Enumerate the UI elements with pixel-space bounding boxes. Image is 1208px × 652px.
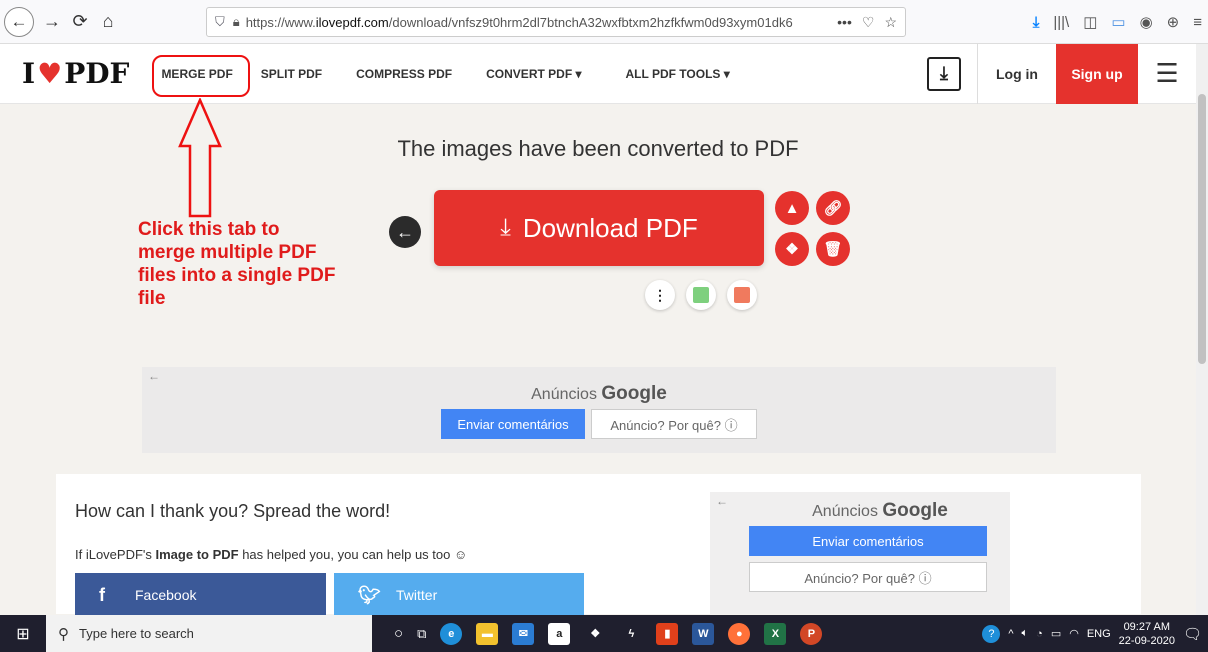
firefox-icon[interactable]: ●	[728, 622, 751, 645]
facebook-icon: f	[99, 584, 105, 605]
download-pdf-button[interactable]: ⤓ Download PDF	[434, 190, 764, 266]
dropbox-icon[interactable]: ❖	[775, 232, 809, 266]
compress-tool-icon[interactable]	[686, 280, 716, 310]
sidebar-icon[interactable]: ◫	[1083, 13, 1097, 31]
windows-start-icon[interactable]: ⊞	[0, 615, 46, 652]
tray-chevron-icon[interactable]: ^	[1008, 628, 1013, 640]
office-icon[interactable]: ▮	[656, 622, 679, 645]
powerpoint-icon[interactable]: P	[800, 622, 823, 645]
taskbar-search[interactable]: ⚲ Type here to search	[46, 615, 372, 652]
edge-icon[interactable]: e	[440, 622, 463, 645]
shield-icon[interactable]: ⛉	[215, 14, 225, 30]
split-tool-icon[interactable]	[727, 280, 757, 310]
notification-icon[interactable]: 🗨︎ 8	[1183, 625, 1202, 643]
volume-icon[interactable]: 🔈︎	[1022, 627, 1029, 640]
app-bolt-icon[interactable]: ϟ	[620, 623, 642, 645]
address-bar[interactable]: ⛉ 🔒︎ https://www.ilovepdf.com/download/v…	[206, 7, 906, 37]
system-tray: ? ^ 🔈︎ ◔ ▭ ◠ ENG 09:27 AM 22-09-2020 🗨︎ 8	[982, 620, 1208, 648]
reader-icon[interactable]: ▭	[1111, 13, 1125, 31]
downloads-icon[interactable]: ⤓	[1033, 14, 1040, 31]
ad-side-feedback-button[interactable]: Enviar comentários	[749, 526, 987, 556]
help-icon[interactable]: ?	[982, 624, 1001, 643]
download-icon: ⤓	[500, 214, 511, 241]
extension-icon[interactable]: ⊕	[1167, 13, 1180, 31]
browser-back-icon[interactable]: ←	[4, 6, 34, 37]
word-icon[interactable]: W	[692, 622, 715, 645]
page-scrollbar[interactable]	[1196, 44, 1208, 615]
wifi-icon[interactable]: ◠	[1069, 627, 1079, 640]
share-card: How can I thank you? Spread the word! If…	[56, 474, 1141, 617]
menu-convert-pdf[interactable]: CONVERT PDF ▾	[466, 44, 595, 104]
google-drive-icon[interactable]: ▲	[775, 191, 809, 225]
dropbox-taskbar-icon[interactable]: ❖	[584, 623, 606, 645]
google-ad-side: ← Anúncios Google Enviar comentários Anú…	[710, 492, 1010, 614]
more-options-icon[interactable]: ⋮	[645, 280, 675, 310]
share-title: How can I thank you? Spread the word!	[75, 501, 391, 521]
task-view-icon[interactable]: ⧉	[417, 626, 426, 642]
app-menu-icon[interactable]: ≡	[1193, 14, 1202, 31]
share-subtitle: If iLovePDF's Image to PDF has helped yo…	[75, 547, 468, 562]
twitter-share-button[interactable]: 🐦︎ Twitter	[334, 573, 584, 617]
network-icon[interactable]: ◔	[1036, 628, 1043, 640]
menu-all-pdf-tools[interactable]: ALL PDF TOOLS ▾	[596, 44, 744, 104]
reload-icon[interactable]: ⟳	[66, 8, 94, 36]
file-explorer-icon[interactable]: ▬	[476, 622, 499, 645]
scroll-thumb[interactable]	[1198, 94, 1206, 364]
hamburger-menu-icon[interactable]: ☰	[1138, 58, 1196, 89]
annotation-text: Click this tab to merge multiple PDF fil…	[138, 219, 336, 309]
search-icon: ⚲	[58, 625, 69, 643]
library-icon[interactable]: |||\	[1053, 14, 1069, 31]
google-ad-banner: ← Anúncios Google Enviar comentários Anú…	[142, 367, 1056, 453]
back-arrow-icon[interactable]: ←	[389, 216, 421, 248]
twitter-icon: 🐦︎	[358, 584, 381, 605]
page-actions-icon[interactable]: •••	[837, 14, 852, 31]
home-icon[interactable]: ⌂	[94, 8, 122, 36]
cortana-icon[interactable]: ○	[394, 625, 403, 642]
mail-icon[interactable]: ✉	[512, 622, 535, 645]
annotation-highlight-box	[152, 55, 250, 97]
delete-trash-icon[interactable]: 🗑︎	[816, 232, 850, 266]
pocket-icon[interactable]: ♡	[862, 14, 875, 31]
desktop-app-icon[interactable]: ⤓	[927, 56, 961, 91]
bookmark-star-icon[interactable]: ☆	[884, 14, 897, 31]
page-title: The images have been converted to PDF	[397, 136, 799, 161]
ad-feedback-button[interactable]: Enviar comentários	[441, 409, 585, 439]
ad-label: Anúncios Google	[531, 383, 667, 404]
ad-back-icon[interactable]: ←	[148, 369, 160, 383]
amazon-icon[interactable]: a	[548, 622, 571, 645]
account-icon[interactable]: ◉	[1140, 13, 1153, 31]
facebook-share-button[interactable]: f Facebook	[75, 573, 326, 617]
menu-split-pdf[interactable]: SPLIT PDF	[247, 44, 336, 104]
language-indicator[interactable]: ENG	[1087, 628, 1111, 640]
ad-side-back-icon[interactable]: ←	[716, 494, 728, 508]
signup-button[interactable]: Sign up	[1056, 43, 1138, 104]
ad-why-button[interactable]: Anúncio? Por quê? ⓘ	[591, 409, 757, 439]
browser-toolbar: ← → ⟳ ⌂ ⛉ 🔒︎ https://www.ilovepdf.com/do…	[0, 0, 1208, 44]
ad-side-why-button[interactable]: Anúncio? Por quê? ⓘ	[749, 562, 987, 592]
windows-taskbar: ⊞ ⚲ Type here to search ○ ⧉ e ▬ ✉ a ❖ ϟ …	[0, 615, 1208, 652]
ilovepdf-logo[interactable]: I ♥ PDF	[22, 57, 129, 90]
ad-side-label: Anúncios Google	[812, 500, 948, 521]
browser-forward-icon[interactable]: →	[38, 8, 66, 36]
excel-icon[interactable]: X	[764, 622, 787, 645]
lock-icon: 🔒︎	[232, 14, 240, 29]
url-text: https://www.ilovepdf.com/download/vnfsz9…	[245, 14, 793, 30]
share-link-icon[interactable]: 🔗︎	[816, 191, 850, 225]
login-button[interactable]: Log in	[977, 43, 1056, 104]
battery-icon[interactable]: ▭	[1051, 627, 1061, 640]
heart-icon: ♥	[37, 57, 63, 90]
clock[interactable]: 09:27 AM 22-09-2020	[1119, 620, 1175, 648]
menu-compress-pdf[interactable]: COMPRESS PDF	[336, 44, 466, 104]
